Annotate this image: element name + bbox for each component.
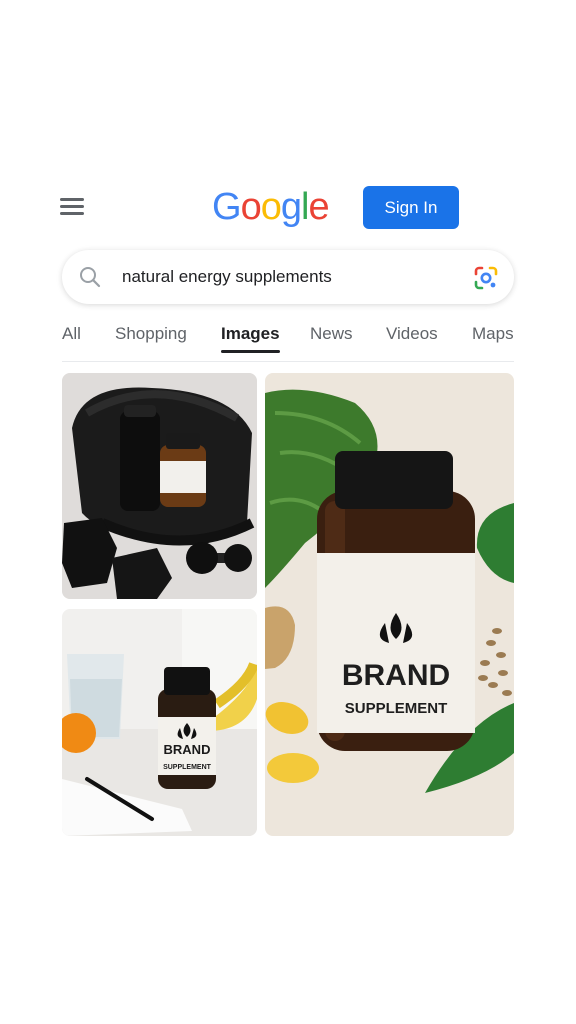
supplement-photo: BRAND SUPPLEMENT [265,373,514,836]
tab-videos[interactable]: Videos [386,324,438,344]
search-input[interactable] [122,264,462,290]
tab-shopping[interactable]: Shopping [115,324,187,344]
brand-label: BRAND [342,659,450,692]
supplement-label: SUPPLEMENT [345,700,448,717]
google-logo[interactable]: Google [212,186,330,229]
image-result-brand-supplement[interactable]: BRAND SUPPLEMENT [265,373,514,836]
logo-letter: e [308,186,329,228]
tab-maps[interactable]: Maps [472,324,514,344]
gym-bag-photo [62,373,257,599]
logo-letter: l [300,186,310,228]
google-lens-icon[interactable] [472,264,500,292]
search-icon[interactable] [78,265,102,289]
tab-images[interactable]: Images [221,324,280,353]
logo-letter: g [280,186,302,228]
header: Google Sign In [0,180,576,236]
search-bar[interactable] [62,250,514,304]
brand-label: BRAND [164,742,211,757]
desk-photo: BRAND SUPPLEMENT [62,609,257,836]
hamburger-menu-icon[interactable] [60,198,84,218]
supplement-label: SUPPLEMENT [163,764,212,771]
logo-letter: o [260,186,282,228]
search-tabs: All Shopping Images News Videos Maps [62,322,514,362]
tab-all[interactable]: All [62,324,81,344]
image-result-desk-bottle[interactable]: BRAND SUPPLEMENT [62,609,257,836]
logo-letter: G [212,186,242,228]
logo-letter: o [240,186,262,228]
image-result-gym-bag[interactable] [62,373,257,599]
sign-in-button[interactable]: Sign In [363,186,459,229]
tab-news[interactable]: News [310,324,353,344]
